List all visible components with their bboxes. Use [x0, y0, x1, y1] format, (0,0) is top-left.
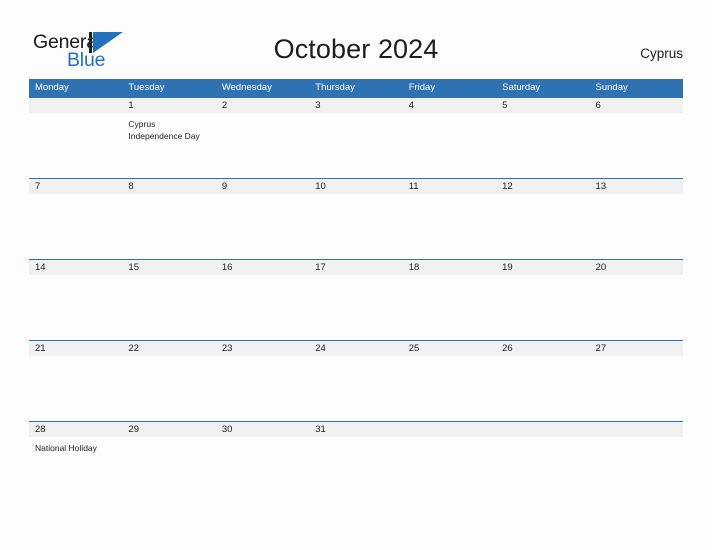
day-cell[interactable] — [29, 275, 122, 340]
weekday-header-saturday: Saturday — [502, 82, 541, 93]
day-number[interactable]: 23 — [216, 341, 309, 356]
day-number[interactable]: 17 — [309, 260, 402, 275]
day-cell[interactable] — [590, 437, 683, 502]
day-number[interactable]: 14 — [29, 260, 122, 275]
day-cell[interactable] — [590, 275, 683, 340]
day-number[interactable]: 27 — [590, 341, 683, 356]
week-event-row: Cyprus Independence Day — [29, 113, 683, 178]
day-number[interactable]: 16 — [216, 260, 309, 275]
day-number[interactable]: 3 — [309, 98, 402, 113]
calendar-grid: Monday Tuesday Wednesday Thursday Friday… — [29, 79, 683, 502]
week-event-row — [29, 194, 683, 259]
day-number[interactable]: 6 — [590, 98, 683, 113]
day-cell[interactable] — [29, 113, 122, 178]
day-number[interactable]: 11 — [403, 179, 496, 194]
day-cell[interactable] — [590, 113, 683, 178]
day-event-text: National Holiday — [35, 443, 97, 453]
week-date-strip: 28 29 30 31 — [29, 421, 683, 437]
day-cell[interactable] — [309, 356, 402, 421]
day-number[interactable]: 18 — [403, 260, 496, 275]
day-cell[interactable] — [216, 437, 309, 502]
week-event-row — [29, 275, 683, 340]
weekday-header-monday: Monday — [35, 82, 69, 93]
day-number[interactable]: 10 — [309, 179, 402, 194]
day-cell[interactable] — [309, 194, 402, 259]
weekday-header-row: Monday Tuesday Wednesday Thursday Friday… — [29, 79, 683, 97]
day-event-text: Cyprus Independence Day — [128, 119, 200, 141]
day-cell[interactable] — [403, 437, 496, 502]
day-number[interactable]: 21 — [29, 341, 122, 356]
week-event-row: National Holiday — [29, 437, 683, 502]
day-cell[interactable] — [496, 275, 589, 340]
weekday-header-friday: Friday — [408, 82, 436, 93]
day-number[interactable]: 28 — [29, 422, 122, 437]
day-number[interactable]: 1 — [122, 98, 215, 113]
day-cell[interactable] — [122, 356, 215, 421]
day-number[interactable]: 5 — [496, 98, 589, 113]
day-number[interactable]: 30 — [216, 422, 309, 437]
day-number[interactable]: 31 — [309, 422, 402, 437]
day-cell[interactable]: National Holiday — [29, 437, 122, 502]
day-cell[interactable] — [496, 113, 589, 178]
day-number[interactable] — [403, 422, 496, 437]
day-cell[interactable] — [590, 194, 683, 259]
day-cell[interactable] — [29, 356, 122, 421]
day-number[interactable]: 4 — [403, 98, 496, 113]
day-number[interactable]: 25 — [403, 341, 496, 356]
day-cell[interactable] — [122, 194, 215, 259]
day-cell[interactable] — [590, 356, 683, 421]
day-number[interactable]: 19 — [496, 260, 589, 275]
day-number[interactable]: 13 — [590, 179, 683, 194]
day-cell[interactable] — [122, 437, 215, 502]
weekday-header-wednesday: Wednesday — [221, 82, 272, 93]
day-cell[interactable] — [403, 275, 496, 340]
week-date-strip: 14 15 16 17 18 19 20 — [29, 259, 683, 275]
day-number[interactable]: 20 — [590, 260, 683, 275]
day-number[interactable]: 8 — [122, 179, 215, 194]
week-row: 21 22 23 24 25 26 27 — [29, 340, 683, 421]
week-row: 28 29 30 31 National Holiday — [29, 421, 683, 502]
week-date-strip: 21 22 23 24 25 26 27 — [29, 340, 683, 356]
page-title: October 2024 — [273, 34, 439, 64]
day-number[interactable]: 24 — [309, 341, 402, 356]
day-cell[interactable] — [29, 194, 122, 259]
day-cell[interactable] — [403, 194, 496, 259]
day-number[interactable]: 9 — [216, 179, 309, 194]
day-cell[interactable] — [216, 194, 309, 259]
week-date-strip: 1 2 3 4 5 6 — [29, 97, 683, 113]
day-number[interactable] — [496, 422, 589, 437]
day-cell[interactable] — [309, 275, 402, 340]
weekday-header-thursday: Thursday — [315, 82, 355, 93]
day-cell[interactable] — [216, 275, 309, 340]
day-cell[interactable] — [496, 437, 589, 502]
day-cell[interactable] — [403, 113, 496, 178]
day-cell[interactable]: Cyprus Independence Day — [122, 113, 215, 178]
day-number[interactable]: 15 — [122, 260, 215, 275]
day-number[interactable]: 26 — [496, 341, 589, 356]
day-number[interactable]: 2 — [216, 98, 309, 113]
day-cell[interactable] — [309, 437, 402, 502]
day-number[interactable]: 12 — [496, 179, 589, 194]
page-header: General Blue October 2024 Cyprus — [0, 0, 712, 79]
week-row: 7 8 9 10 11 12 13 — [29, 178, 683, 259]
week-date-strip: 7 8 9 10 11 12 13 — [29, 178, 683, 194]
day-number[interactable] — [590, 422, 683, 437]
week-row: 1 2 3 4 5 6 Cyprus Independence Day — [29, 97, 683, 178]
day-number[interactable] — [29, 98, 122, 113]
day-cell[interactable] — [216, 356, 309, 421]
day-number[interactable]: 7 — [29, 179, 122, 194]
country-label: Cyprus — [640, 46, 683, 61]
week-row: 14 15 16 17 18 19 20 — [29, 259, 683, 340]
day-cell[interactable] — [309, 113, 402, 178]
weekday-header-sunday: Sunday — [595, 82, 628, 93]
day-cell[interactable] — [122, 275, 215, 340]
day-cell[interactable] — [403, 356, 496, 421]
day-number[interactable]: 22 — [122, 341, 215, 356]
day-number[interactable]: 29 — [122, 422, 215, 437]
weekday-header-tuesday: Tuesday — [128, 82, 165, 93]
week-event-row — [29, 356, 683, 421]
day-cell[interactable] — [496, 356, 589, 421]
day-cell[interactable] — [216, 113, 309, 178]
day-cell[interactable] — [496, 194, 589, 259]
